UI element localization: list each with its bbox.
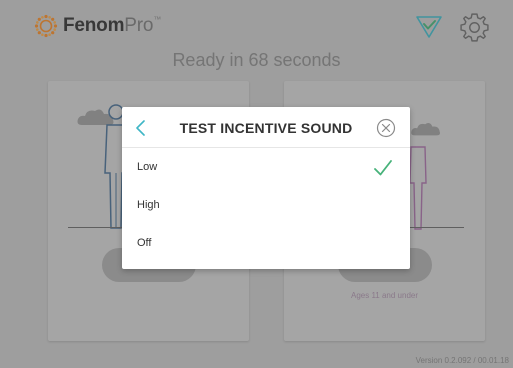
option-label: High xyxy=(137,199,160,211)
incentive-sound-dialog: TEST INCENTIVE SOUND Low High Off xyxy=(122,107,410,269)
device-frame: FenomPro™ Ready in 68 seconds Ages 11 an… xyxy=(0,0,513,368)
option-label: Low xyxy=(137,161,158,173)
close-circle-icon[interactable] xyxy=(376,118,396,138)
option-low[interactable]: Low xyxy=(122,149,410,187)
dialog-title: TEST INCENTIVE SOUND xyxy=(179,120,353,136)
option-off[interactable]: Off xyxy=(122,225,410,263)
option-label: Off xyxy=(137,237,152,249)
check-icon xyxy=(374,160,392,176)
app-screen: FenomPro™ Ready in 68 seconds Ages 11 an… xyxy=(0,0,513,368)
option-high[interactable]: High xyxy=(122,187,410,225)
dialog-header: TEST INCENTIVE SOUND xyxy=(122,107,410,148)
